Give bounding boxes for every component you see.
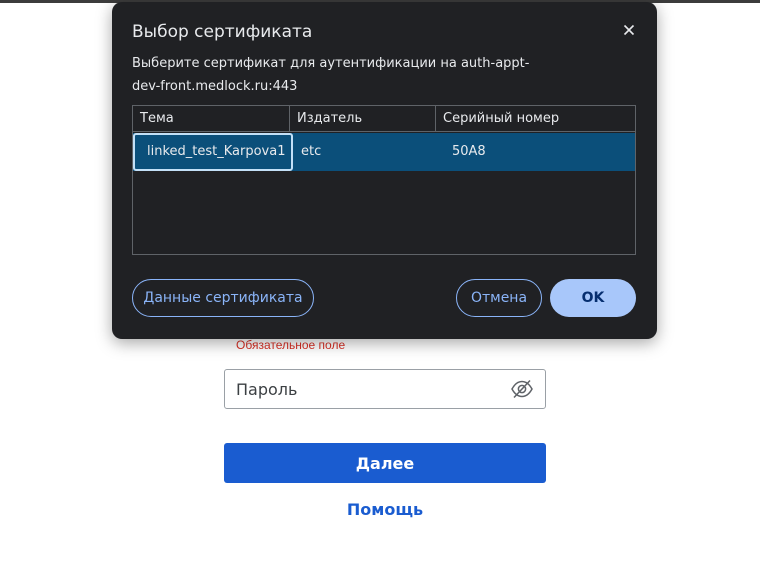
next-button[interactable]: Далее [224, 443, 546, 483]
required-field-error: Обязательное поле [236, 338, 346, 352]
table-header: Тема Издатель Серийный номер [133, 106, 635, 132]
ok-button[interactable]: OK [550, 279, 636, 317]
certificate-dialog: Выбор сертификата Выберите сертификат дл… [112, 2, 657, 339]
cell-subject: linked_test_Karpova1 [133, 133, 293, 171]
certificate-table: Тема Издатель Серийный номер linked_test… [132, 105, 636, 255]
password-input[interactable] [225, 370, 505, 408]
close-icon[interactable] [619, 20, 639, 40]
column-header-subject[interactable]: Тема [133, 106, 290, 132]
help-link[interactable]: Помощь [224, 500, 546, 519]
dialog-title: Выбор сертификата [132, 22, 313, 42]
column-header-serial[interactable]: Серийный номер [436, 106, 635, 132]
page: Обязательное поле Далее Помощь Выбор сер… [0, 0, 760, 566]
certificate-details-button[interactable]: Данные сертификата [132, 279, 314, 317]
table-row[interactable]: linked_test_Karpova1 etc 50A8 [133, 133, 635, 171]
password-field[interactable] [224, 369, 546, 409]
cell-issuer: etc [301, 144, 322, 159]
eye-off-icon[interactable] [511, 379, 533, 399]
cell-serial: 50A8 [452, 144, 486, 159]
dialog-description: Выберите сертификат для аутентификации н… [132, 56, 530, 94]
cancel-button[interactable]: Отмена [456, 279, 542, 317]
column-header-issuer[interactable]: Издатель [290, 106, 436, 132]
